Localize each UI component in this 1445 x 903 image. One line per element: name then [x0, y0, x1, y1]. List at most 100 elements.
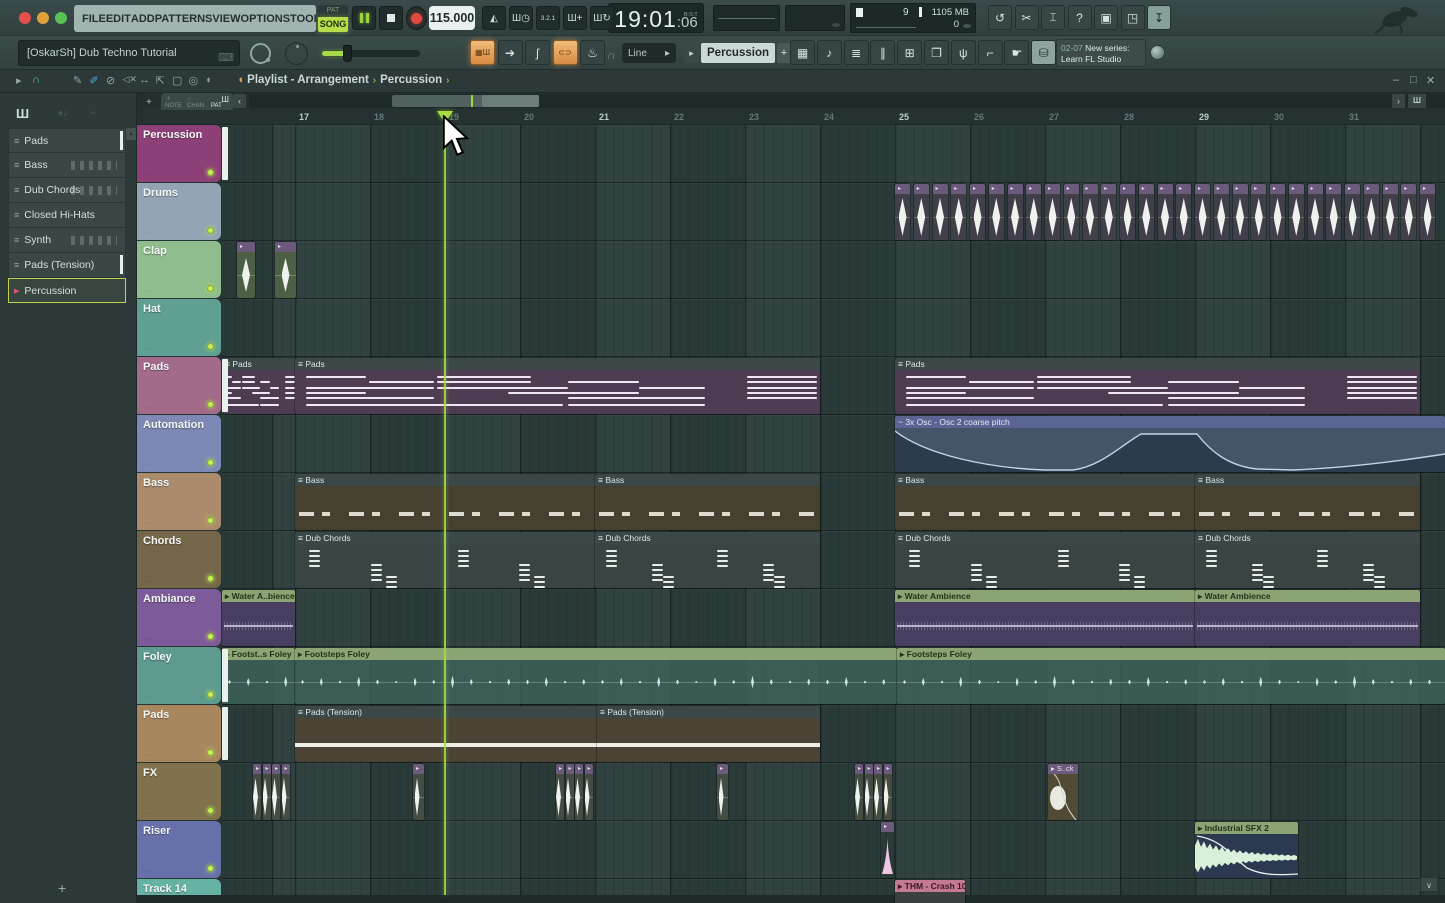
track-header-chords[interactable]: Chords··· — [137, 531, 221, 588]
clip-pads[interactable]: ≡ Pads — [895, 358, 1420, 414]
master-pitch-knob[interactable] — [250, 43, 271, 64]
clip-kick[interactable]: ▸ — [1233, 184, 1248, 240]
chan-mode-icon[interactable]: ⌁ — [187, 95, 191, 103]
pat-mode-icon[interactable]: Ш — [222, 95, 229, 104]
clip-chords[interactable]: ≡ Dub Chords — [595, 532, 820, 588]
clip-fxhit[interactable]: ▸ — [855, 764, 863, 820]
delete-icon[interactable]: ⊘ — [106, 74, 115, 87]
plugin-picker-button[interactable]: ❐ — [924, 40, 949, 65]
track-header-ambiance[interactable]: Ambiance··· — [137, 589, 221, 646]
clip-fxhit[interactable]: ▸ — [575, 764, 583, 820]
stop-button[interactable] — [379, 6, 403, 30]
snap-selector[interactable]: Line▸ — [622, 43, 676, 63]
tab-note-label[interactable]: NOTE — [165, 103, 182, 109]
clip-automation[interactable]: ~ 3x Osc - Osc 2 coarse pitch — [895, 416, 1445, 472]
link-dim-icon[interactable]: ⌁ — [90, 108, 96, 119]
playlist-grid[interactable]: ▸▸▸▸▸▸▸▸▸▸▸▸▸▸▸▸▸▸▸▸▸▸▸▸▸▸▸▸▸▸▸≡ Pads≡ P… — [222, 125, 1445, 903]
pattern-item-pads-tension-[interactable]: ≡Pads (Tension) — [8, 253, 126, 278]
loop-record-button[interactable]: Ш↻ — [590, 6, 614, 30]
track-enable-led[interactable] — [207, 749, 214, 756]
playlist-titlebar[interactable]: ▸∩✎✐⊘◁✕↔⇱▢◎◖ ◖ Playlist - Arrangement›Pe… — [0, 70, 1445, 93]
slide-tool-icon[interactable]: ↔ — [139, 74, 150, 86]
detach-icon[interactable]: ▸ — [16, 74, 22, 87]
clip-kick[interactable]: ▸ — [951, 184, 966, 240]
clip-kick[interactable]: ▸ — [1083, 184, 1098, 240]
clip-foley[interactable]: ▸ Footst..s Foley — [222, 648, 295, 704]
save-button[interactable]: ▣ — [1094, 5, 1118, 30]
tab-chan-label[interactable]: CHAN — [187, 103, 204, 109]
clip-fxhit[interactable]: ▸ — [556, 764, 564, 820]
clip-kick[interactable]: ▸ — [1139, 184, 1154, 240]
track-header-hat[interactable]: Hat··· — [137, 299, 221, 356]
clip-padsT[interactable]: ≡ Pads (Tension) — [295, 706, 597, 762]
clip-fxhit[interactable]: ▸ — [263, 764, 271, 820]
scrollbar-subrange[interactable] — [482, 95, 539, 107]
clip-industrial[interactable]: ▸ Industrial SFX 2 — [1195, 822, 1298, 878]
track-header-fx[interactable]: FX··· — [137, 763, 221, 820]
clip-kick[interactable]: ▸ — [1064, 184, 1079, 240]
menu-file[interactable]: FILE — [82, 13, 106, 25]
typing-keyboard-button[interactable]: Ш+ — [563, 6, 587, 30]
clip-padsT[interactable]: ≡ Pads (Tension) — [597, 706, 820, 762]
track-enable-led[interactable] — [207, 633, 214, 640]
track-header-percussion[interactable]: Percussion··· — [137, 125, 221, 182]
clip-foley[interactable]: ▸ Footsteps Foley — [295, 648, 897, 704]
menu-edit[interactable]: EDIT — [106, 13, 131, 25]
clip-kick[interactable]: ▸ — [1270, 184, 1285, 240]
track-header-clap[interactable]: Clap··· — [137, 241, 221, 298]
slip-edit-icon[interactable]: ✎ — [73, 74, 82, 87]
clip-clap[interactable]: ▸ — [237, 242, 255, 298]
time-display[interactable]: 19:01:06B:S:T — [608, 3, 704, 33]
countdown-button[interactable]: 3.2.1 — [536, 6, 560, 30]
help-button[interactable]: ? — [1068, 5, 1092, 30]
typewriter-button[interactable]: ♨ — [580, 40, 605, 65]
clip-kick[interactable]: ▸ — [914, 184, 929, 240]
wait-button[interactable]: Ш◷ — [509, 6, 533, 30]
clip-kick[interactable]: ▸ — [933, 184, 948, 240]
slide-button[interactable]: ʃ — [525, 40, 550, 65]
clip-kick[interactable]: ▸ — [1026, 184, 1041, 240]
clip-kick[interactable]: ▸ — [1120, 184, 1135, 240]
clip-bass[interactable]: ≡ Bass — [595, 474, 820, 530]
pattern-item-synth[interactable]: ≡Synth — [8, 228, 126, 253]
audio-preview-icon[interactable]: ♦♪ — [58, 108, 68, 119]
clip-ambience[interactable]: ▸ Water A..bience — [222, 590, 295, 646]
clip-fxhit[interactable]: ▸ — [282, 764, 290, 820]
clip-kick[interactable]: ▸ — [1326, 184, 1341, 240]
link-button[interactable]: ⊂⊃ — [553, 40, 578, 65]
channel-rack-button[interactable]: ≣ — [844, 40, 869, 65]
track-enable-led[interactable] — [207, 865, 214, 872]
clip-ambience[interactable]: ▸ Water Ambience — [895, 590, 1195, 646]
track-enable-led[interactable] — [207, 343, 214, 350]
clip-ambience[interactable]: ▸ Water Ambience — [1195, 590, 1420, 646]
track-enable-led[interactable] — [207, 285, 214, 292]
track-enable-led[interactable] — [207, 575, 214, 582]
track-enable-led[interactable] — [207, 459, 214, 466]
playlist-maximize-button[interactable]: □ — [1410, 74, 1417, 86]
step-edit-button[interactable]: ▦Ш — [470, 40, 495, 65]
clip-kick[interactable]: ▸ — [1008, 184, 1023, 240]
pattern-item-pads[interactable]: ≡Pads — [8, 128, 126, 153]
track-header-foley[interactable]: Foley··· — [137, 647, 221, 704]
pattern-item-dub-chords[interactable]: ≡Dub Chords — [8, 178, 126, 203]
clip-kick[interactable]: ▸ — [1195, 184, 1210, 240]
scroll-left-button[interactable]: ‹ — [233, 94, 246, 108]
track-header-drums[interactable]: Drums··· — [137, 183, 221, 240]
select-icon[interactable]: ⇱ — [156, 74, 165, 87]
clip-pads[interactable]: ≡ Pads — [295, 358, 820, 414]
track-enable-led[interactable] — [207, 227, 214, 234]
song-mode-label[interactable]: SONG — [318, 17, 348, 32]
clip-kick[interactable]: ▸ — [1383, 184, 1398, 240]
browser-button[interactable]: ⊞ — [897, 40, 922, 65]
clip-kick[interactable]: ▸ — [989, 184, 1004, 240]
window-zoom-button[interactable] — [55, 12, 67, 24]
playlist-button[interactable]: ▦ — [790, 40, 815, 65]
tab-pat-label[interactable]: PAT — [211, 103, 222, 109]
undo-button[interactable]: ↺ — [988, 5, 1012, 30]
master-volume-knob[interactable] — [285, 42, 308, 65]
menu-patterns[interactable]: PATTERNS — [155, 13, 213, 25]
clip-kick[interactable]: ▸ — [1364, 184, 1379, 240]
playlist-close-button[interactable]: ✕ — [1426, 74, 1435, 87]
cut-button[interactable]: ✂ — [1015, 5, 1039, 30]
next-empty-pattern-button[interactable]: ➔ — [498, 40, 523, 65]
